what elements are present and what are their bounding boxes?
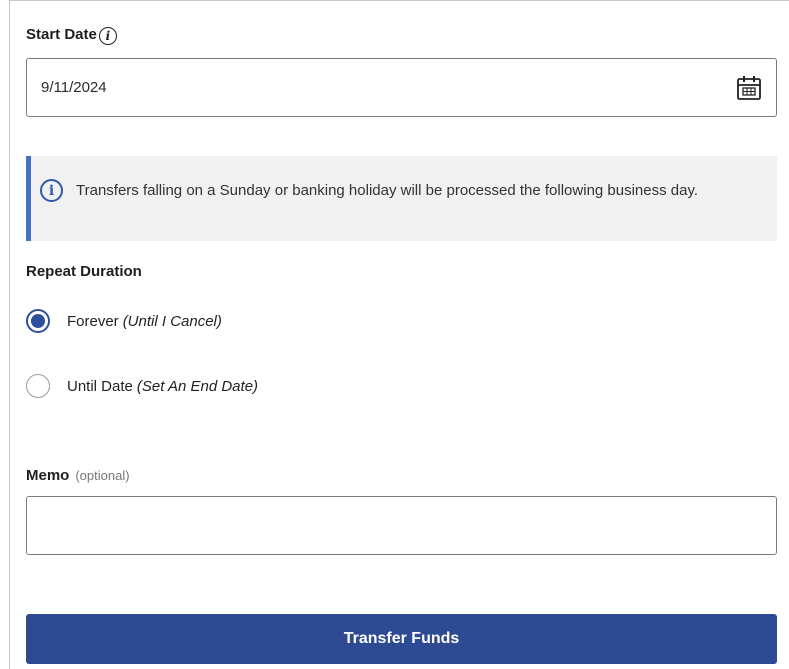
transfer-form-panel: Start Date i 9/11/2024 i Transfers falli… bbox=[9, 0, 789, 669]
radio-until-date[interactable]: Until Date (Set An End Date) bbox=[26, 374, 258, 398]
radio-until-date-button[interactable] bbox=[26, 374, 50, 398]
radio-until-date-label: Until Date bbox=[67, 377, 133, 395]
memo-input[interactable] bbox=[26, 496, 777, 555]
start-date-info-icon[interactable]: i bbox=[98, 27, 117, 45]
memo-label: Memo (optional) bbox=[26, 467, 130, 484]
memo-optional-hint: (optional) bbox=[75, 468, 130, 483]
start-date-input[interactable]: 9/11/2024 bbox=[26, 58, 777, 117]
radio-forever-hint: (Until I Cancel) bbox=[122, 312, 222, 330]
transfer-funds-button[interactable]: Transfer Funds bbox=[26, 614, 777, 664]
radio-forever-button[interactable] bbox=[26, 309, 50, 333]
radio-forever-label: Forever bbox=[67, 312, 119, 330]
calendar-icon[interactable] bbox=[736, 74, 762, 102]
start-date-label: Start Date i bbox=[26, 23, 117, 45]
radio-forever[interactable]: Forever (Until I Cancel) bbox=[26, 309, 222, 333]
start-date-value: 9/11/2024 bbox=[41, 79, 107, 96]
info-circle-icon: i bbox=[40, 179, 63, 202]
notice-text: Transfers falling on a Sunday or banking… bbox=[76, 182, 699, 199]
radio-until-date-hint: (Set An End Date) bbox=[136, 377, 259, 395]
holiday-notice: i Transfers falling on a Sunday or banki… bbox=[26, 156, 777, 241]
repeat-duration-label: Repeat Duration bbox=[26, 263, 142, 280]
